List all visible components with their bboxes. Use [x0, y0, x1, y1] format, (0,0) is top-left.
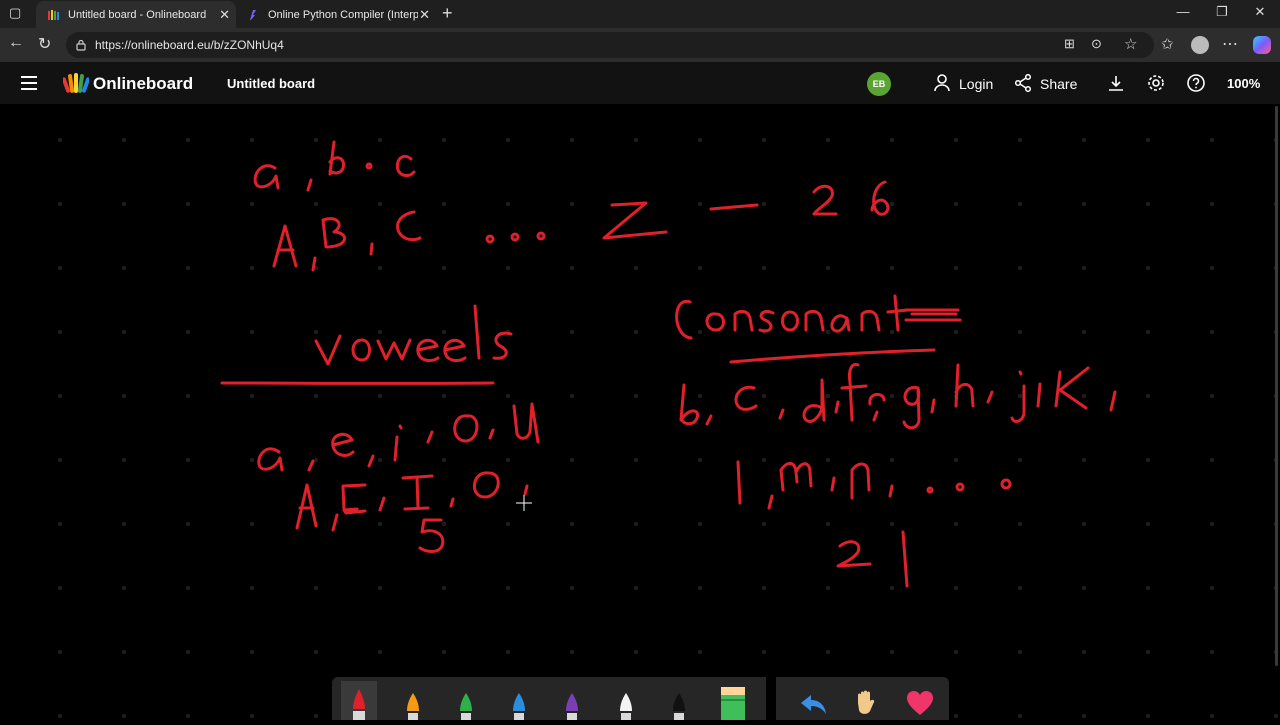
share-button[interactable]: Share: [1040, 76, 1077, 92]
tab-title: Untitled board - Onlineboard: [68, 8, 207, 21]
close-tab-icon[interactable]: ✕: [219, 7, 230, 23]
white-pen-icon: [620, 693, 632, 720]
drawing-toolbar: [332, 677, 949, 720]
onlineboard-logo-icon: [63, 73, 89, 93]
help-icon[interactable]: [1187, 74, 1205, 92]
heart-icon: [907, 691, 933, 715]
purple-pen-icon: [566, 693, 578, 720]
avatar-initials: EB: [872, 79, 886, 89]
refresh-icon[interactable]: ↻: [38, 34, 51, 54]
undo-tool[interactable]: [795, 681, 831, 720]
user-icon: [934, 74, 950, 92]
login-button[interactable]: Login: [959, 76, 993, 92]
maximize-icon[interactable]: ❐: [1207, 4, 1237, 20]
ink-strokes: [220, 140, 1117, 588]
menu-icon[interactable]: [21, 76, 39, 90]
orange-pen-icon: [407, 693, 419, 720]
whiteboard-canvas[interactable]: [0, 104, 1280, 720]
back-icon[interactable]: ←: [8, 34, 24, 52]
blue-pen-icon: [513, 693, 525, 720]
tab-actions-icon[interactable]: ▢: [9, 5, 21, 21]
highlighter-icon: [721, 687, 745, 720]
green-pen-tool[interactable]: [448, 681, 484, 720]
purple-pen-tool[interactable]: [554, 681, 590, 720]
app-header: Onlineboard Untitled board EB Login Shar…: [0, 62, 1280, 104]
orange-pen-tool[interactable]: [395, 681, 431, 720]
url-text: https://onlineboard.eu/b/zZONhUq4: [95, 38, 284, 52]
red-pen-icon: [353, 689, 365, 720]
toolbar-divider: [766, 677, 776, 720]
compiler-favicon-icon: [250, 9, 256, 20]
minimize-icon[interactable]: —: [1168, 4, 1198, 19]
profile-avatar[interactable]: [1191, 36, 1209, 54]
browser-address-bar: ← ↻ https://onlineboard.eu/b/zZONhUq4 ⊞ …: [0, 28, 1280, 62]
download-icon[interactable]: [1107, 74, 1125, 92]
tab-title: Online Python Compiler (Interpre: [268, 8, 418, 21]
crosshair-cursor-icon: [516, 495, 532, 511]
green-pen-icon: [460, 693, 472, 720]
red-pen-tool[interactable]: [341, 681, 377, 720]
close-tab-icon[interactable]: ✕: [419, 7, 430, 23]
white-pen-tool[interactable]: [608, 681, 644, 720]
blue-pen-tool[interactable]: [501, 681, 537, 720]
lock-icon: [76, 39, 86, 51]
settings-gear-icon[interactable]: [1147, 74, 1165, 92]
browser-tab-python-compiler[interactable]: Online Python Compiler (Interpre ✕: [236, 1, 436, 28]
hand-pan-tool[interactable]: [848, 681, 884, 720]
black-pen-icon: [673, 693, 685, 720]
new-tab-icon[interactable]: +: [442, 3, 453, 24]
browser-tab-onlineboard[interactable]: Untitled board - Onlineboard ✕: [36, 1, 236, 28]
app-available-icon[interactable]: ⊞: [1064, 36, 1075, 52]
undo-arrow-icon: [801, 695, 826, 714]
brand-name[interactable]: Onlineboard: [93, 74, 193, 94]
url-field[interactable]: https://onlineboard.eu/b/zZONhUq4 ⊞ ⊙ ☆: [66, 32, 1154, 58]
board-title[interactable]: Untitled board: [227, 76, 315, 91]
avatar[interactable]: EB: [867, 72, 891, 96]
heart-tool[interactable]: [902, 681, 938, 720]
hand-icon: [858, 690, 875, 714]
reader-icon[interactable]: ⊙: [1091, 36, 1102, 52]
share-icon: [1014, 74, 1032, 92]
zoom-level[interactable]: 100%: [1227, 76, 1260, 91]
onlineboard-favicon-icon: [48, 9, 59, 20]
favorite-star-icon[interactable]: ☆: [1124, 35, 1137, 53]
highlighter-tool[interactable]: [715, 681, 751, 720]
favorites-icon[interactable]: ✩: [1161, 35, 1174, 53]
black-pen-tool[interactable]: [661, 681, 697, 720]
more-menu-icon[interactable]: ⋯: [1222, 34, 1238, 54]
vertical-scrollbar[interactable]: [1275, 106, 1278, 666]
browser-tab-strip: ▢ Untitled board - Onlineboard ✕ Online …: [0, 0, 1280, 28]
copilot-icon[interactable]: [1253, 36, 1271, 54]
close-window-icon[interactable]: ✕: [1245, 4, 1275, 20]
